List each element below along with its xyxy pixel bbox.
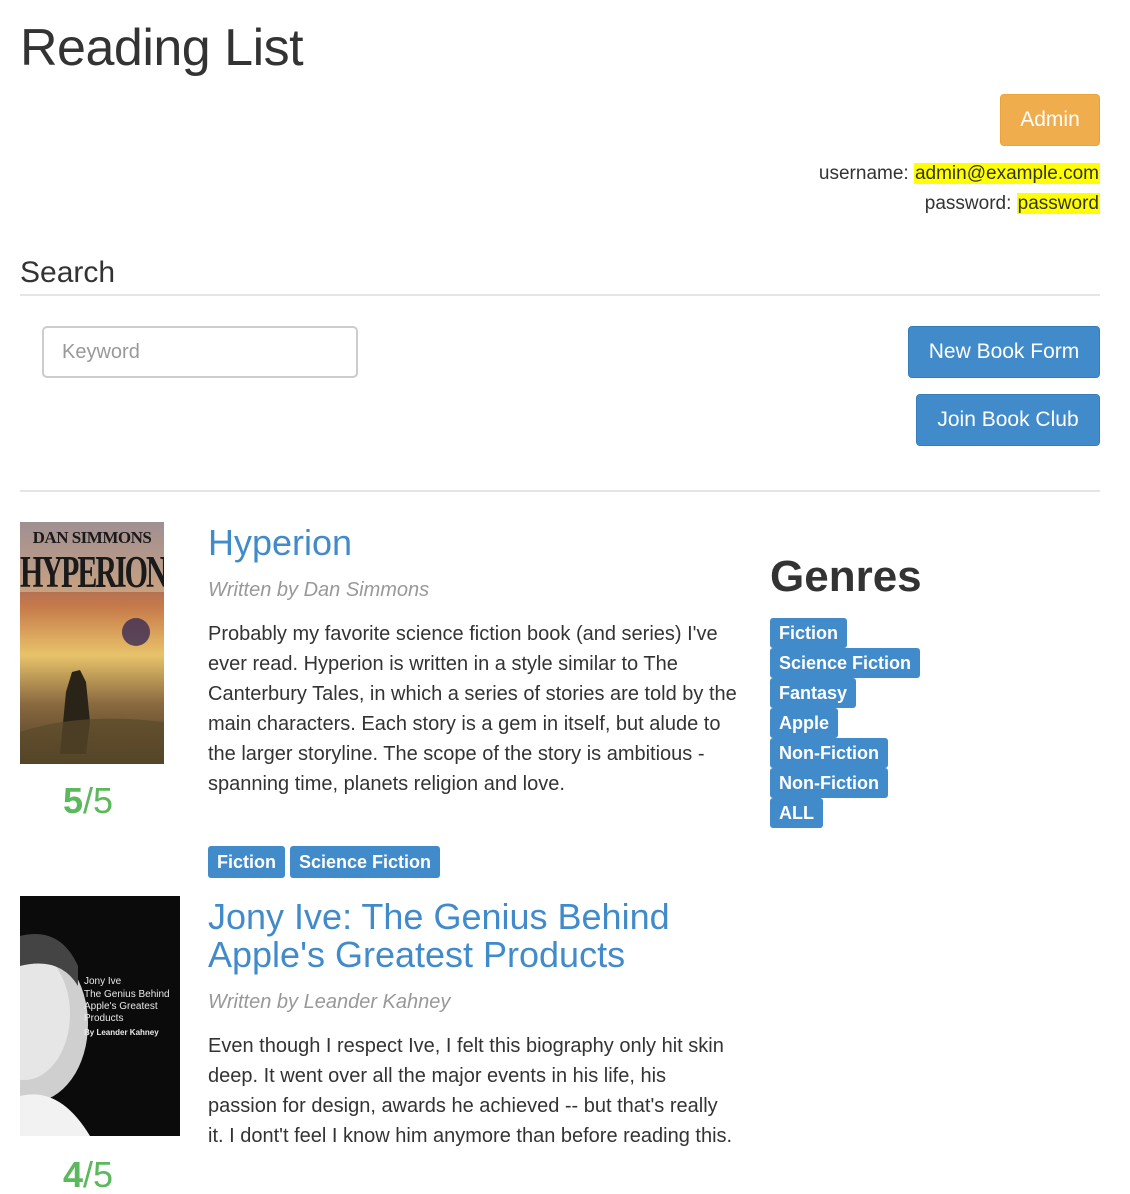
password-value: password [1016, 193, 1100, 214]
genre-tag-non-fiction[interactable]: Non-Fiction [770, 768, 888, 798]
content-divider [20, 490, 1100, 492]
book-tags: Fiction Science Fiction [208, 846, 441, 878]
rating-max: /5 [83, 1154, 114, 1194]
book-cover-hyperion[interactable]: DAN SIMMONS HYPERION [20, 522, 164, 764]
jony-ive-cover-line1: Jony Ive [84, 976, 122, 987]
book-cover-jony-ive[interactable]: Jony Ive The Genius Behind Apple's Great… [20, 896, 180, 1136]
genre-tag-apple[interactable]: Apple [770, 708, 839, 738]
rating-max: /5 [83, 780, 114, 821]
hyperion-cover-title: HYPERION [20, 548, 164, 598]
username-label: username: [818, 163, 914, 184]
book-rating: 4/5 [63, 1154, 113, 1194]
genre-tag-fiction[interactable]: Fiction [770, 618, 847, 648]
join-book-club-button[interactable]: Join Book Club [916, 394, 1100, 446]
search-divider [20, 294, 1100, 296]
book-author: Written by Leander Kahney [208, 991, 451, 1013]
book-tag[interactable]: Science Fiction [290, 846, 441, 878]
rating-value: 4 [63, 1154, 84, 1194]
book-title-link[interactable]: Hyperion [208, 524, 728, 562]
admin-button[interactable]: Admin [1000, 94, 1100, 146]
book-author: Written by Dan Simmons [208, 579, 430, 601]
genre-tag-science-fiction[interactable]: Science Fiction [770, 648, 921, 678]
genre-tag-non-fiction[interactable]: Non-Fiction [770, 738, 888, 768]
book-title-link[interactable]: Jony Ive: The Genius Behind Apple's Grea… [208, 898, 728, 974]
password-label: password: [924, 193, 1017, 214]
book-tag[interactable]: Fiction [208, 846, 285, 878]
username-hint: username: admin@example.com [819, 163, 1100, 185]
jony-ive-cover-line4: Products [84, 1013, 124, 1024]
keyword-search-input[interactable] [42, 326, 358, 378]
rating-value: 5 [63, 780, 84, 821]
genre-tag-fantasy[interactable]: Fantasy [770, 678, 857, 708]
page-title: Reading List [20, 19, 304, 77]
book-rating: 5/5 [63, 780, 113, 822]
genre-tag-all[interactable]: ALL [770, 798, 823, 828]
password-hint: password: password [925, 193, 1100, 215]
jony-ive-cover-line2: The Genius Behind [84, 989, 170, 1000]
hyperion-cover-author: DAN SIMMONS [32, 528, 152, 547]
book-description: Even though I respect Ive, I felt this b… [208, 1035, 733, 1147]
search-heading: Search [20, 256, 116, 289]
book-description: Probably my favorite science fiction boo… [208, 623, 737, 795]
username-value: admin@example.com [913, 163, 1100, 184]
new-book-form-button[interactable]: New Book Form [908, 326, 1100, 378]
book-item: DAN SIMMONS HYPERION 5/5 Hyperion Writte… [20, 520, 740, 890]
jony-ive-cover-byline: By Leander Kahney [84, 1028, 159, 1037]
book-item: Jony Ive The Genius Behind Apple's Great… [20, 894, 740, 1194]
genre-list: Fiction Science Fiction Fantasy Apple No… [770, 618, 921, 828]
genres-heading: Genres [770, 552, 922, 601]
jony-ive-cover-line3: Apple's Greatest [84, 1001, 158, 1012]
